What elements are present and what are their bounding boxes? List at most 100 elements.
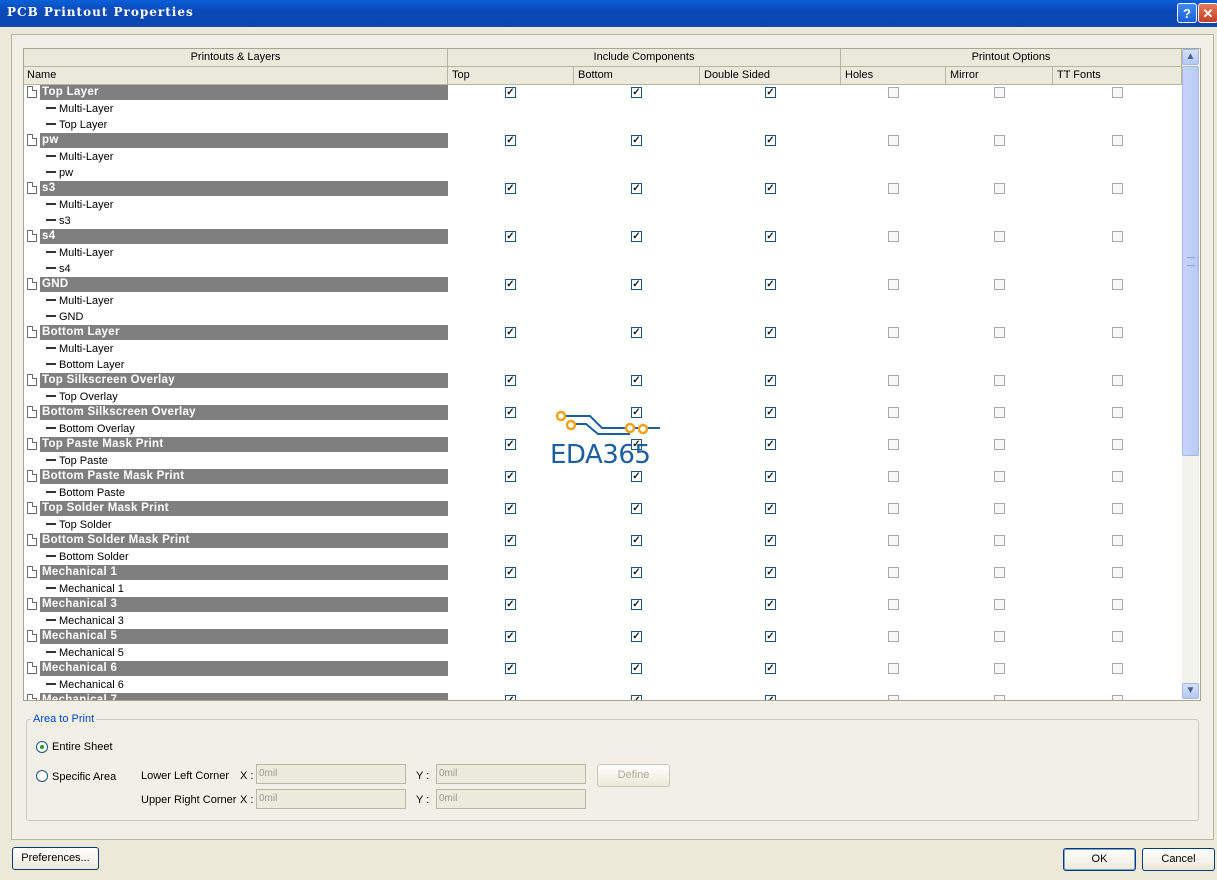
bottom-checkbox[interactable]: ✓: [631, 279, 642, 290]
bottom-checkbox[interactable]: ✓: [631, 375, 642, 386]
bottom-checkbox[interactable]: ✓: [631, 663, 642, 674]
printout-row[interactable]: Top Silkscreen Overlay ✓ ✓ ✓: [24, 373, 1182, 389]
top-checkbox[interactable]: ✓: [505, 327, 516, 338]
holes-checkbox[interactable]: [888, 183, 899, 194]
top-checkbox[interactable]: ✓: [505, 631, 516, 642]
double-sided-checkbox[interactable]: ✓: [765, 631, 776, 642]
layer-row[interactable]: pw: [24, 165, 1182, 181]
mirror-checkbox[interactable]: [994, 471, 1005, 482]
printout-row[interactable]: Mechanical 6 ✓ ✓ ✓: [24, 661, 1182, 677]
top-checkbox[interactable]: ✓: [505, 599, 516, 610]
double-sided-checkbox[interactable]: ✓: [765, 87, 776, 98]
printout-name[interactable]: Bottom Silkscreen Overlay: [40, 405, 448, 420]
bottom-checkbox[interactable]: ✓: [631, 327, 642, 338]
double-sided-checkbox[interactable]: ✓: [765, 439, 776, 450]
tt-fonts-checkbox[interactable]: [1112, 407, 1123, 418]
tt-fonts-checkbox[interactable]: [1112, 471, 1123, 482]
printout-row[interactable]: Bottom Solder Mask Print ✓ ✓ ✓: [24, 533, 1182, 549]
top-checkbox[interactable]: ✓: [505, 87, 516, 98]
layer-row[interactable]: Mechanical 5: [24, 645, 1182, 661]
layer-row[interactable]: Multi-Layer: [24, 197, 1182, 213]
layer-row[interactable]: GND: [24, 309, 1182, 325]
tt-fonts-checkbox[interactable]: [1112, 375, 1123, 386]
top-checkbox[interactable]: ✓: [505, 231, 516, 242]
bottom-checkbox[interactable]: ✓: [631, 503, 642, 514]
printout-name[interactable]: Mechanical 6: [40, 661, 448, 676]
double-sided-checkbox[interactable]: ✓: [765, 695, 776, 700]
mirror-checkbox[interactable]: [994, 439, 1005, 450]
printout-name[interactable]: s3: [40, 181, 448, 196]
bottom-checkbox[interactable]: ✓: [631, 567, 642, 578]
vertical-scrollbar[interactable]: ▲ ▼: [1182, 49, 1199, 699]
layer-row[interactable]: Mechanical 1: [24, 581, 1182, 597]
bottom-checkbox[interactable]: ✓: [631, 135, 642, 146]
tt-fonts-checkbox[interactable]: [1112, 599, 1123, 610]
layer-row[interactable]: Bottom Solder: [24, 549, 1182, 565]
layer-row[interactable]: Mechanical 3: [24, 613, 1182, 629]
layer-row[interactable]: Top Overlay: [24, 389, 1182, 405]
holes-checkbox[interactable]: [888, 135, 899, 146]
column-holes[interactable]: Holes: [841, 67, 946, 85]
double-sided-checkbox[interactable]: ✓: [765, 503, 776, 514]
printout-name[interactable]: Bottom Paste Mask Print: [40, 469, 448, 484]
holes-checkbox[interactable]: [888, 279, 899, 290]
layer-row[interactable]: Top Layer: [24, 117, 1182, 133]
mirror-checkbox[interactable]: [994, 231, 1005, 242]
mirror-checkbox[interactable]: [994, 327, 1005, 338]
top-checkbox[interactable]: ✓: [505, 663, 516, 674]
holes-checkbox[interactable]: [888, 663, 899, 674]
column-bottom[interactable]: Bottom: [574, 67, 700, 85]
holes-checkbox[interactable]: [888, 87, 899, 98]
layer-row[interactable]: Multi-Layer: [24, 245, 1182, 261]
tt-fonts-checkbox[interactable]: [1112, 327, 1123, 338]
tt-fonts-checkbox[interactable]: [1112, 663, 1123, 674]
printout-name[interactable]: Top Layer: [40, 85, 448, 100]
tt-fonts-checkbox[interactable]: [1112, 535, 1123, 546]
printout-name[interactable]: pw: [40, 133, 448, 148]
double-sided-checkbox[interactable]: ✓: [765, 535, 776, 546]
bottom-checkbox[interactable]: ✓: [631, 183, 642, 194]
double-sided-checkbox[interactable]: ✓: [765, 183, 776, 194]
bottom-checkbox[interactable]: ✓: [631, 535, 642, 546]
mirror-checkbox[interactable]: [994, 503, 1005, 514]
double-sided-checkbox[interactable]: ✓: [765, 567, 776, 578]
printout-name[interactable]: Top Solder Mask Print: [40, 501, 448, 516]
holes-checkbox[interactable]: [888, 407, 899, 418]
top-checkbox[interactable]: ✓: [505, 695, 516, 700]
column-double-sided[interactable]: Double Sided: [700, 67, 841, 85]
double-sided-checkbox[interactable]: ✓: [765, 407, 776, 418]
printout-name[interactable]: Mechanical 7: [40, 693, 448, 700]
printout-row[interactable]: pw ✓ ✓ ✓: [24, 133, 1182, 149]
layer-row[interactable]: Multi-Layer: [24, 293, 1182, 309]
printout-name[interactable]: s4: [40, 229, 448, 244]
bottom-checkbox[interactable]: ✓: [631, 87, 642, 98]
mirror-checkbox[interactable]: [994, 279, 1005, 290]
tt-fonts-checkbox[interactable]: [1112, 231, 1123, 242]
tt-fonts-checkbox[interactable]: [1112, 439, 1123, 450]
bottom-checkbox[interactable]: ✓: [631, 695, 642, 700]
bottom-checkbox[interactable]: ✓: [631, 471, 642, 482]
printout-row[interactable]: GND ✓ ✓ ✓: [24, 277, 1182, 293]
top-checkbox[interactable]: ✓: [505, 135, 516, 146]
layer-row[interactable]: s4: [24, 261, 1182, 277]
tt-fonts-checkbox[interactable]: [1112, 631, 1123, 642]
layer-row[interactable]: Multi-Layer: [24, 101, 1182, 117]
printout-row[interactable]: Bottom Layer ✓ ✓ ✓: [24, 325, 1182, 341]
double-sided-checkbox[interactable]: ✓: [765, 375, 776, 386]
mirror-checkbox[interactable]: [994, 567, 1005, 578]
printout-row[interactable]: Mechanical 5 ✓ ✓ ✓: [24, 629, 1182, 645]
column-mirror[interactable]: Mirror: [946, 67, 1053, 85]
printout-row[interactable]: Top Layer ✓ ✓ ✓: [24, 85, 1182, 101]
printout-row[interactable]: Mechanical 3 ✓ ✓ ✓: [24, 597, 1182, 613]
holes-checkbox[interactable]: [888, 567, 899, 578]
top-checkbox[interactable]: ✓: [505, 407, 516, 418]
tt-fonts-checkbox[interactable]: [1112, 183, 1123, 194]
layer-row[interactable]: Bottom Layer: [24, 357, 1182, 373]
layer-row[interactable]: Multi-Layer: [24, 149, 1182, 165]
top-checkbox[interactable]: ✓: [505, 439, 516, 450]
holes-checkbox[interactable]: [888, 631, 899, 642]
printout-name[interactable]: Mechanical 1: [40, 565, 448, 580]
printout-name[interactable]: Bottom Solder Mask Print: [40, 533, 448, 548]
holes-checkbox[interactable]: [888, 375, 899, 386]
printout-name[interactable]: GND: [40, 277, 448, 292]
